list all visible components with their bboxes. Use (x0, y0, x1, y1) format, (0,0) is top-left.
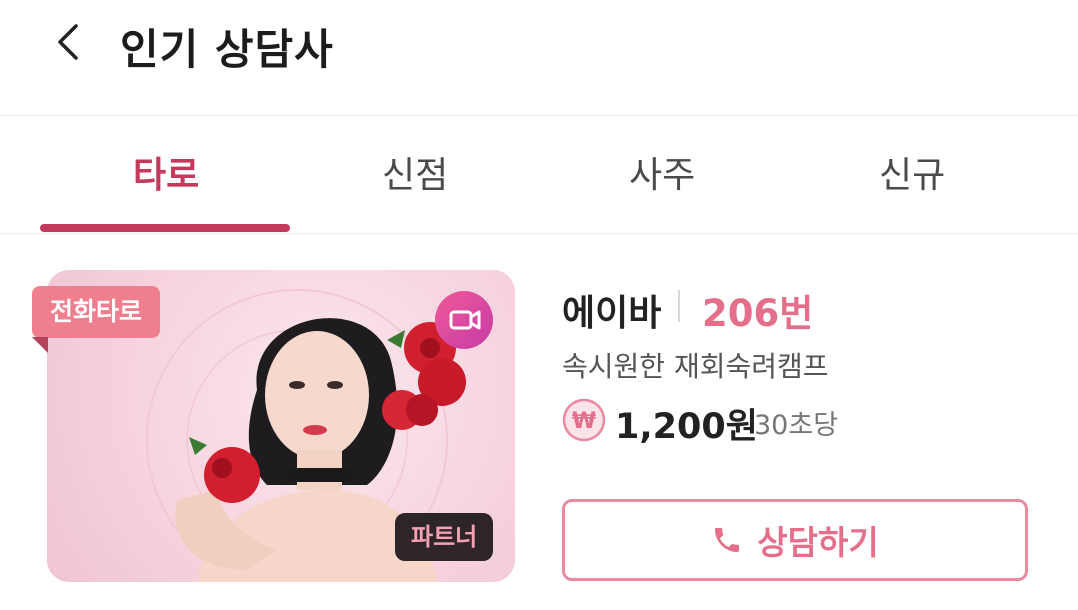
video-call-button[interactable] (435, 291, 493, 349)
active-tab-indicator (40, 224, 290, 232)
won-coin-icon: ₩ (562, 398, 606, 442)
price-value: 1,200원 (615, 407, 758, 447)
tabs-divider (0, 233, 1078, 234)
app-header: 인기 상담사 (0, 0, 1078, 115)
video-camera-icon (449, 310, 481, 330)
phone-icon (715, 528, 740, 552)
counselor-number: 206번 (702, 292, 814, 335)
badge-ribbon-tail (32, 337, 48, 353)
tab-saju[interactable]: 사주 (629, 146, 695, 198)
category-badge: 전화타로 (32, 286, 161, 338)
counselor-description: 속시원한 재회숙려캠프 (562, 350, 829, 383)
tab-tarot[interactable]: 타로 (133, 146, 199, 198)
name-separator (678, 290, 680, 322)
category-tabs: 타로 신점 사주 신규 (0, 116, 1078, 234)
page-title: 인기 상담사 (120, 25, 334, 74)
counselor-name: 에이바 (562, 293, 662, 334)
svg-text:₩: ₩ (572, 409, 596, 434)
partner-badge: 파트너 (395, 513, 494, 561)
consult-button[interactable]: 상담하기 (562, 499, 1028, 581)
tab-shinjeom[interactable]: 신점 (382, 146, 448, 198)
consult-button-label: 상담하기 (757, 523, 879, 562)
tab-new[interactable]: 신규 (879, 146, 945, 198)
back-icon[interactable] (48, 20, 92, 64)
price-unit: 30초당 (754, 410, 839, 441)
